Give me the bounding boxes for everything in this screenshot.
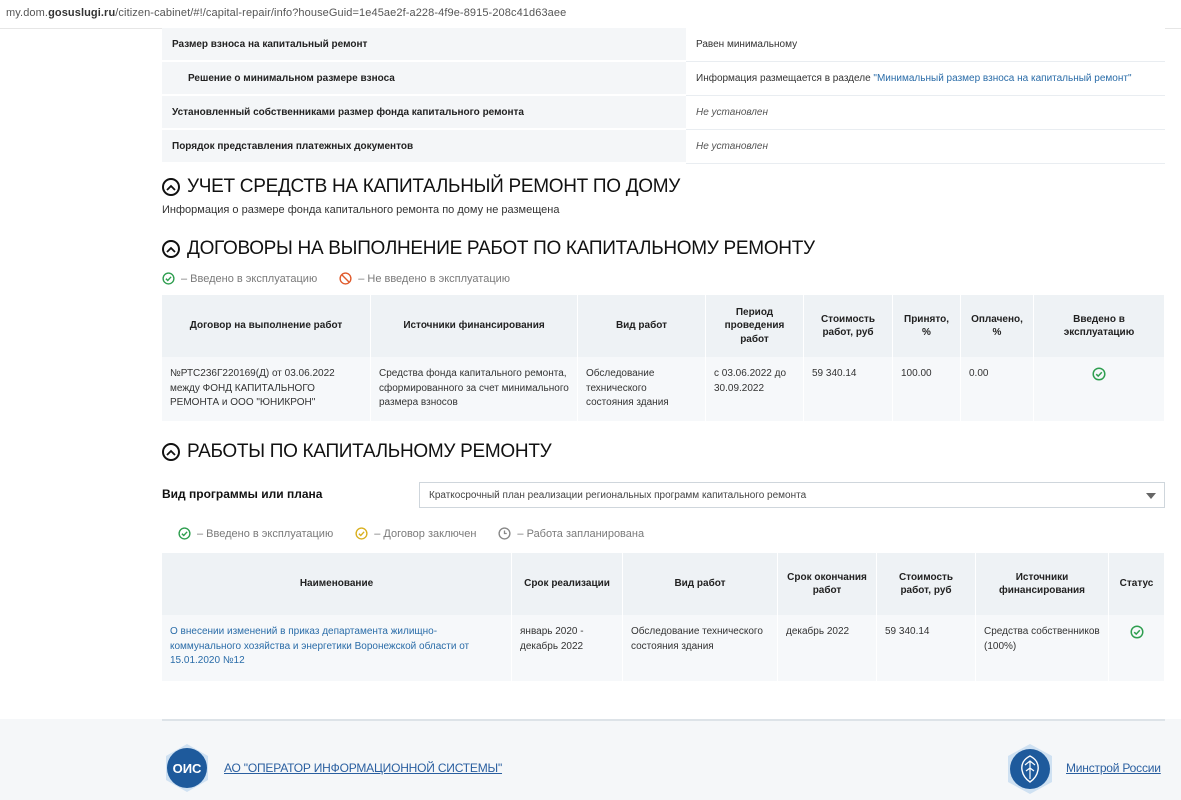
info-label: Размер взноса на капитальный ремонт xyxy=(162,28,686,62)
table-row: Порядок представления платежных документ… xyxy=(162,129,1165,164)
column-header: Оплачено, % xyxy=(960,295,1034,357)
prohibited-circle-icon xyxy=(339,272,352,285)
collapse-chevron-icon xyxy=(162,240,180,258)
address-bar[interactable]: my.dom.gosuslugi.ru/citizen-cabinet/#!/c… xyxy=(0,0,1181,29)
work-name-link[interactable]: О внесении изменений в приказ департамен… xyxy=(170,626,469,666)
commissioned-cell xyxy=(1033,357,1165,421)
table-row: Установленный собственниками размер фонд… xyxy=(162,95,1165,130)
column-header: Статус xyxy=(1108,553,1165,615)
name-cell: О внесении изменений в приказ департамен… xyxy=(162,615,512,681)
check-circle-icon xyxy=(1129,625,1144,639)
column-header: Источники финансирования xyxy=(975,553,1109,615)
term-cell: январь 2020 - декабрь 2022 xyxy=(511,615,623,681)
ministry-link[interactable]: Минстрой России xyxy=(1066,761,1161,775)
footer-divider xyxy=(162,719,1165,721)
check-circle-icon xyxy=(178,527,191,540)
info-value: Информация размещается в разделе "Минима… xyxy=(686,61,1165,96)
plan-type-value: Краткосрочный план реализации региональн… xyxy=(429,490,807,501)
status-cell xyxy=(1108,615,1165,681)
legend-item: – Введено в эксплуатацию xyxy=(162,272,317,285)
collapse-chevron-icon xyxy=(162,178,180,196)
capital-repair-info-table: Размер взноса на капитальный ремонт Раве… xyxy=(162,28,1165,164)
legend-item: – Работа запланирована xyxy=(498,527,644,540)
table-row: Размер взноса на капитальный ремонт Раве… xyxy=(162,28,1165,62)
ministry-emblem-icon[interactable] xyxy=(1004,743,1056,795)
period-cell: с 03.06.2022 до 30.09.2022 xyxy=(705,357,804,421)
collapse-chevron-icon xyxy=(162,443,180,461)
contracts-legend: – Введено в эксплуатацию – Не введено в … xyxy=(162,272,532,285)
funds-note: Информация о размере фонда капитального … xyxy=(162,204,560,216)
clock-icon xyxy=(498,527,512,540)
section-works-toggle[interactable]: РАБОТЫ ПО КАПИТАЛЬНОМУ РЕМОНТУ xyxy=(162,441,552,463)
source-cell: Средства фонда капитального ремонта, сфо… xyxy=(370,357,578,421)
info-label: Порядок представления платежных документ… xyxy=(162,129,686,164)
column-header: Введено в эксплуатацию xyxy=(1033,295,1165,357)
table-header-row: Договор на выполнение работ Источники фи… xyxy=(162,295,1165,357)
contracts-table: Договор на выполнение работ Источники фи… xyxy=(162,295,1165,421)
accepted-cell: 100.00 xyxy=(892,357,961,421)
legend-item: – Договор заключен xyxy=(355,527,476,540)
check-circle-icon xyxy=(1092,367,1106,381)
cost-cell: 59 340.14 xyxy=(876,615,976,681)
column-header: Вид работ xyxy=(577,295,706,357)
section-title: РАБОТЫ ПО КАПИТАЛЬНОМУ РЕМОНТУ xyxy=(187,441,552,462)
url-text: my.dom.gosuslugi.ru/citizen-cabinet/#!/c… xyxy=(6,7,567,19)
info-value: Не установлен xyxy=(686,129,1165,164)
footer: ОИС АО "ОПЕРАТОР ИНФОРМАЦИОННОЙ СИСТЕМЫ"… xyxy=(0,719,1181,800)
dropdown-arrow-icon xyxy=(1146,493,1156,499)
ois-link[interactable]: АО "ОПЕРАТОР ИНФОРМАЦИОННОЙ СИСТЕМЫ" xyxy=(224,761,502,775)
works-legend: – Введено в эксплуатацию – Договор заклю… xyxy=(178,527,666,540)
section-contracts-toggle[interactable]: ДОГОВОРЫ НА ВЫПОЛНЕНИЕ РАБОТ ПО КАПИТАЛЬ… xyxy=(162,238,815,260)
column-header: Принято, % xyxy=(892,295,961,357)
info-label: Установленный собственниками размер фонд… xyxy=(162,95,686,130)
cost-cell: 59 340.14 xyxy=(803,357,893,421)
info-value: Не установлен xyxy=(686,95,1165,130)
column-header: Вид работ xyxy=(622,553,778,615)
table-header-row: Наименование Срок реализации Вид работ С… xyxy=(162,553,1165,615)
ois-logo[interactable]: ОИС xyxy=(162,743,212,793)
table-row: №РТС236Г220169(Д) от 03.06.2022 между ФО… xyxy=(162,357,1165,421)
column-header: Срок реализации xyxy=(511,553,623,615)
column-header: Наименование xyxy=(162,553,512,615)
info-label: Решение о минимальном размере взноса xyxy=(162,61,686,96)
plan-type-label: Вид программы или плана xyxy=(162,487,323,501)
info-value: Равен минимальному xyxy=(686,28,1165,62)
legend-item: – Введено в эксплуатацию xyxy=(178,527,333,540)
section-title: УЧЕТ СРЕДСТВ НА КАПИТАЛЬНЫЙ РЕМОНТ ПО ДО… xyxy=(187,176,681,197)
column-header: Срок окончания работ xyxy=(777,553,877,615)
contract-cell: №РТС236Г220169(Д) от 03.06.2022 между ФО… xyxy=(162,357,371,421)
column-header: Период проведения работ xyxy=(705,295,804,357)
section-title: ДОГОВОРЫ НА ВЫПОЛНЕНИЕ РАБОТ ПО КАПИТАЛЬ… xyxy=(187,238,815,259)
column-header: Источники финансирования xyxy=(370,295,578,357)
contract-check-circle-icon xyxy=(355,527,368,540)
section-funds-toggle[interactable]: УЧЕТ СРЕДСТВ НА КАПИТАЛЬНЫЙ РЕМОНТ ПО ДО… xyxy=(162,176,680,198)
work-type-cell: Обследование технического состояния здан… xyxy=(622,615,778,681)
plan-type-select[interactable]: Краткосрочный план реализации региональн… xyxy=(419,482,1165,508)
min-fee-section-link[interactable]: "Минимальный размер взноса на капитальны… xyxy=(873,73,1131,84)
end-cell: декабрь 2022 xyxy=(777,615,877,681)
column-header: Стоимость работ, руб xyxy=(876,553,976,615)
column-header: Договор на выполнение работ xyxy=(162,295,371,357)
source-cell: Средства собственников (100%) xyxy=(975,615,1109,681)
table-row: О внесении изменений в приказ департамен… xyxy=(162,615,1165,681)
work-type-cell: Обследование технического состояния здан… xyxy=(577,357,706,421)
ois-logo-text: ОИС xyxy=(173,761,202,776)
check-circle-icon xyxy=(162,272,175,285)
column-header: Стоимость работ, руб xyxy=(803,295,893,357)
legend-item: – Не введено в эксплуатацию xyxy=(339,272,510,285)
works-table: Наименование Срок реализации Вид работ С… xyxy=(162,553,1165,681)
paid-cell: 0.00 xyxy=(960,357,1034,421)
table-row: Решение о минимальном размере взноса Инф… xyxy=(162,61,1165,96)
